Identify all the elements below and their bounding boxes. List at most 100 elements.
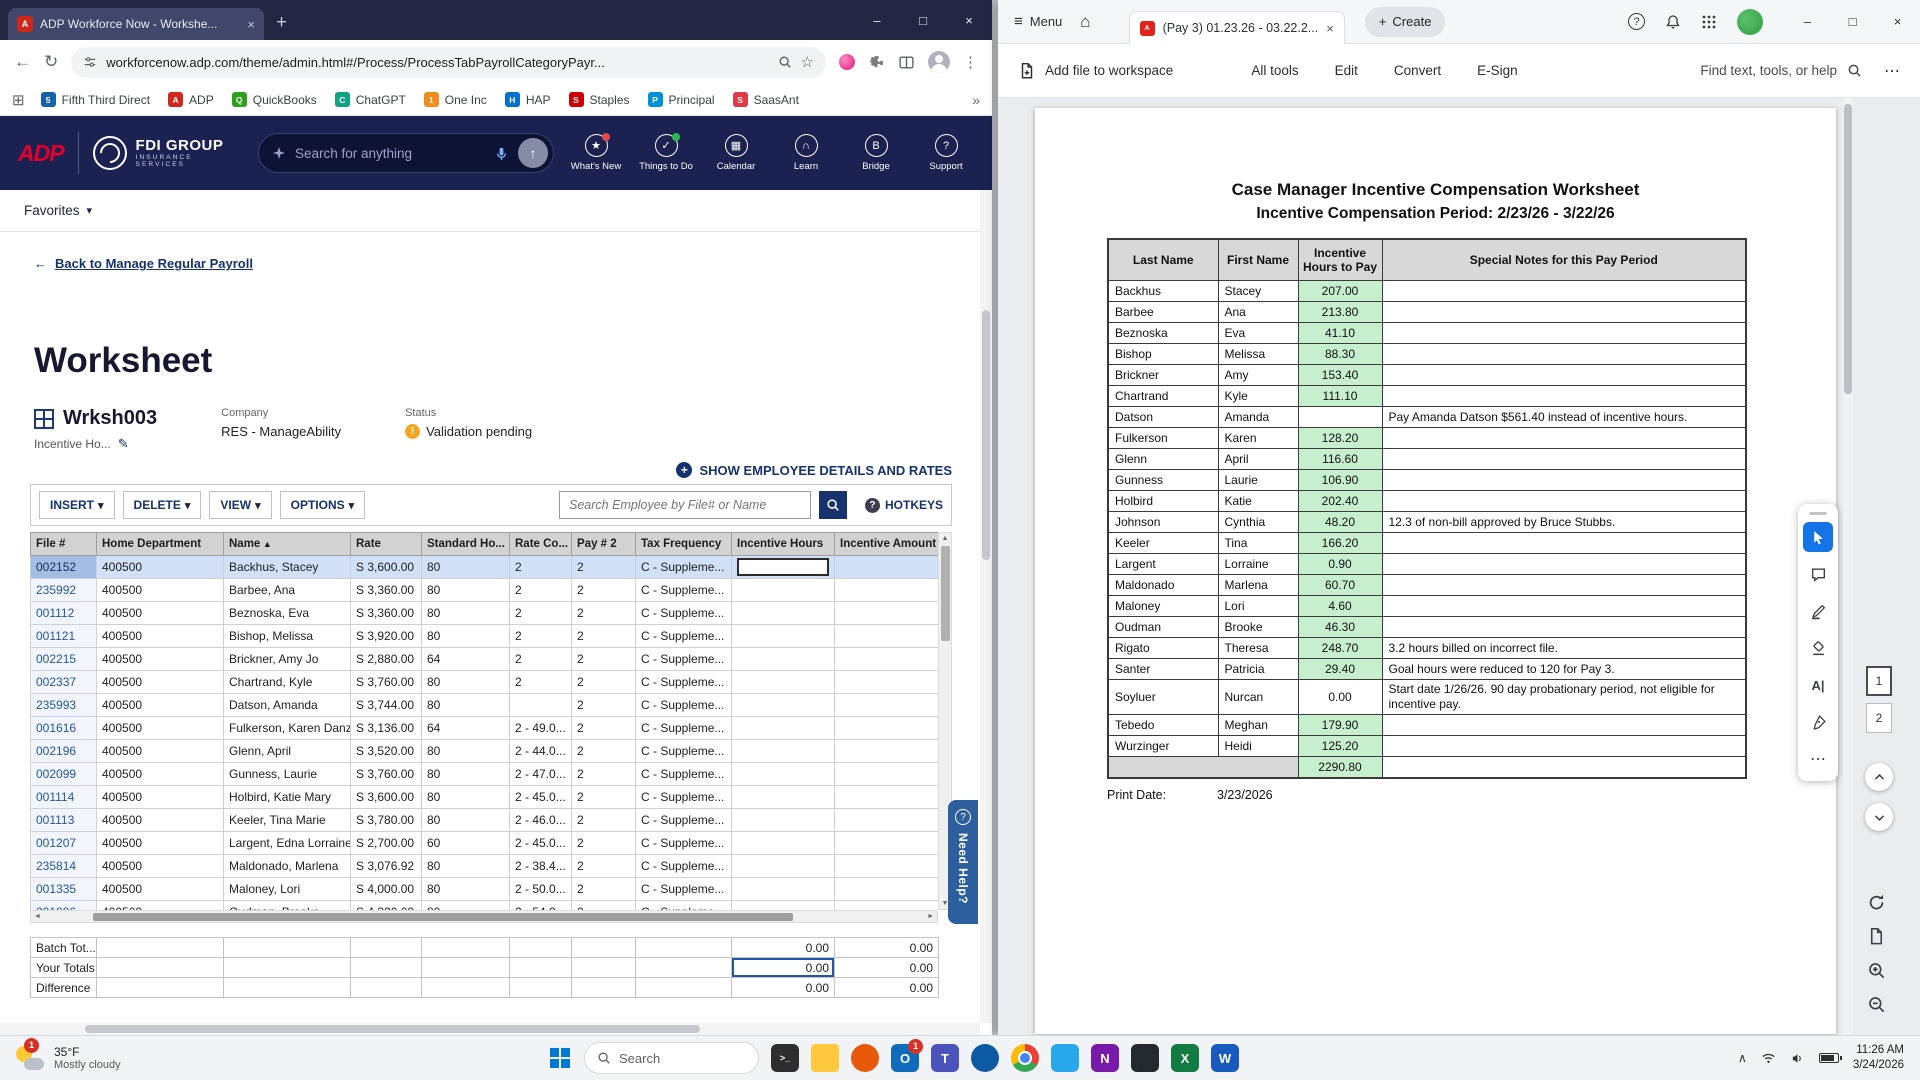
adp-nav-bridge[interactable]: B Bridge <box>848 134 904 172</box>
close-button[interactable]: × <box>946 0 992 40</box>
taskbar-app-excel[interactable]: X <box>1168 1041 1202 1075</box>
standard-hours-cell[interactable]: 64 <box>421 716 510 740</box>
rate-code-cell[interactable]: 2 <box>509 601 572 625</box>
bookmark-item[interactable]: H HAP <box>497 89 559 110</box>
comment-tool[interactable] <box>1803 559 1833 589</box>
incentive-amount-cell[interactable] <box>834 647 938 671</box>
home-department-cell[interactable]: 400500 <box>96 762 224 786</box>
incentive-amount-cell[interactable] <box>834 831 938 855</box>
grid-row[interactable]: 002337 400500 Chartrand, Kyle S 3,760.00 80 2… <box>30 670 938 694</box>
toolbar-link-e-sign[interactable]: E-Sign <box>1477 63 1518 78</box>
grid-column-header[interactable]: Tax Frequency <box>635 532 732 556</box>
standard-hours-cell[interactable]: 80 <box>421 739 510 763</box>
rate-code-cell[interactable]: 2 - 45.0... <box>509 785 572 809</box>
incentive-amount-cell[interactable] <box>834 716 938 740</box>
incentive-amount-cell[interactable] <box>834 555 938 579</box>
taskbar-app-mail[interactable] <box>1048 1041 1082 1075</box>
bookmark-star-icon[interactable]: ☆ <box>801 53 814 71</box>
zoom-page-icon[interactable] <box>778 55 792 69</box>
taskbar-app-word[interactable]: W <box>1208 1041 1242 1075</box>
standard-hours-cell[interactable]: 80 <box>421 601 510 625</box>
taskbar-app-edge[interactable] <box>968 1041 1002 1075</box>
file-number-cell[interactable]: 002196 <box>30 739 97 763</box>
pay-2-cell[interactable]: 2 <box>571 578 636 602</box>
help-icon[interactable]: ? <box>1628 13 1645 30</box>
rate-cell[interactable]: S 3,136.00 <box>350 716 422 740</box>
new-tab-button[interactable]: + <box>276 12 287 34</box>
tab-close-icon[interactable]: × <box>247 17 255 32</box>
pay-2-cell[interactable]: 2 <box>571 762 636 786</box>
minimize-button[interactable]: – <box>854 0 900 40</box>
battery-icon[interactable] <box>1818 1053 1842 1063</box>
previous-page-button[interactable] <box>1865 763 1893 791</box>
home-department-cell[interactable]: 400500 <box>96 854 224 878</box>
menu-options-button[interactable]: OPTIONS ▾ <box>279 491 366 519</box>
home-department-cell[interactable]: 400500 <box>96 739 224 763</box>
grid-row[interactable]: 001112 400500 Beznoska, Eva S 3,360.00 80 2 2 C… <box>30 601 938 625</box>
incentive-amount-cell[interactable] <box>834 624 938 648</box>
incentive-amount-cell[interactable] <box>834 693 938 717</box>
standard-hours-cell[interactable]: 60 <box>421 831 510 855</box>
standard-hours-cell[interactable]: 80 <box>421 854 510 878</box>
menu-insert-button[interactable]: INSERT ▾ <box>39 491 115 519</box>
pay-2-cell[interactable]: 2 <box>571 900 636 910</box>
tax-frequency-cell[interactable]: C - Suppleme... <box>635 762 732 786</box>
menu-view-button[interactable]: VIEW ▾ <box>209 491 272 519</box>
scroll-left-icon[interactable]: ◄ <box>34 913 41 920</box>
more-tools[interactable]: ⋯ <box>1803 744 1833 774</box>
home-department-cell[interactable]: 400500 <box>96 808 224 832</box>
employee-name-cell[interactable]: Maloney, Lori <box>223 877 351 901</box>
page-horizontal-scrollbar[interactable] <box>0 1023 980 1035</box>
file-number-cell[interactable]: 002152 <box>30 555 97 579</box>
tax-frequency-cell[interactable]: C - Suppleme... <box>635 854 732 878</box>
adp-nav-things-to-do[interactable]: ✓ Things to Do <box>638 133 694 172</box>
weather-widget[interactable]: 1 35°F Mostly cloudy <box>0 1038 200 1071</box>
grid-row[interactable]: 001335 400500 Maloney, Lori S 4,000.00 80 2 -… <box>30 877 938 901</box>
rate-cell[interactable]: S 2,700.00 <box>350 831 422 855</box>
file-number-cell[interactable]: 002337 <box>30 670 97 694</box>
bookmark-item[interactable]: S SaasAnt <box>725 89 807 110</box>
home-department-cell[interactable]: 400500 <box>96 831 224 855</box>
rate-cell[interactable]: S 3,600.00 <box>350 785 422 809</box>
home-department-cell[interactable]: 400500 <box>96 624 224 648</box>
rate-cell[interactable]: S 3,360.00 <box>350 601 422 625</box>
scrollbar-thumb[interactable] <box>940 546 950 641</box>
page-vertical-scrollbar[interactable] <box>980 190 992 1023</box>
grid-column-header[interactable]: Incentive Hours <box>731 532 835 556</box>
rate-code-cell[interactable]: 2 - 45.0... <box>509 831 572 855</box>
file-number-cell[interactable]: 001113 <box>30 808 97 832</box>
employee-name-cell[interactable]: Glenn, April <box>223 739 351 763</box>
employee-name-cell[interactable]: Datson, Amanda <box>223 693 351 717</box>
employee-name-cell[interactable]: Maldonado, Marlena <box>223 854 351 878</box>
standard-hours-cell[interactable]: 80 <box>421 877 510 901</box>
rate-code-cell[interactable]: 2 <box>509 578 572 602</box>
home-department-cell[interactable]: 400500 <box>96 900 224 910</box>
tax-frequency-cell[interactable]: C - Suppleme... <box>635 900 732 910</box>
adp-nav-what-s-new[interactable]: ★ What's New <box>568 133 624 172</box>
pay-2-cell[interactable]: 2 <box>571 624 636 648</box>
employee-name-cell[interactable]: Backhus, Stacey <box>223 555 351 579</box>
adp-nav-calendar[interactable]: ▦ Calendar <box>708 134 764 172</box>
refresh-icon[interactable]: ↻ <box>44 52 58 72</box>
grid-row[interactable]: 002099 400500 Gunness, Laurie S 3,760.00 80 2… <box>30 762 938 786</box>
volume-icon[interactable] <box>1790 1051 1805 1066</box>
rate-cell[interactable]: S 3,600.00 <box>350 555 422 579</box>
employee-name-cell[interactable]: Bishop, Melissa <box>223 624 351 648</box>
rate-code-cell[interactable]: 2 <box>509 670 572 694</box>
file-number-cell[interactable]: 001207 <box>30 831 97 855</box>
wifi-icon[interactable] <box>1761 1051 1776 1066</box>
search-submit-button[interactable]: ↑ <box>518 138 548 168</box>
grid-row[interactable]: 235992 400500 Barbee, Ana S 3,360.00 80 2 2 C -… <box>30 578 938 602</box>
taskbar-app-file-explorer[interactable] <box>808 1041 842 1075</box>
maximize-button[interactable]: □ <box>900 0 946 40</box>
taskbar-app-firefox[interactable] <box>848 1041 882 1075</box>
scroll-up-icon[interactable]: ▲ <box>942 535 949 542</box>
scroll-right-icon[interactable]: ► <box>927 913 934 920</box>
tax-frequency-cell[interactable]: C - Suppleme... <box>635 647 732 671</box>
rate-code-cell[interactable]: 2 - 49.0... <box>509 716 572 740</box>
maximize-button[interactable]: □ <box>1830 0 1875 44</box>
file-number-cell[interactable]: 002215 <box>30 647 97 671</box>
toolbar-link-convert[interactable]: Convert <box>1394 63 1441 78</box>
active-edit-cell[interactable] <box>737 558 829 576</box>
minimize-button[interactable]: – <box>1785 0 1830 44</box>
